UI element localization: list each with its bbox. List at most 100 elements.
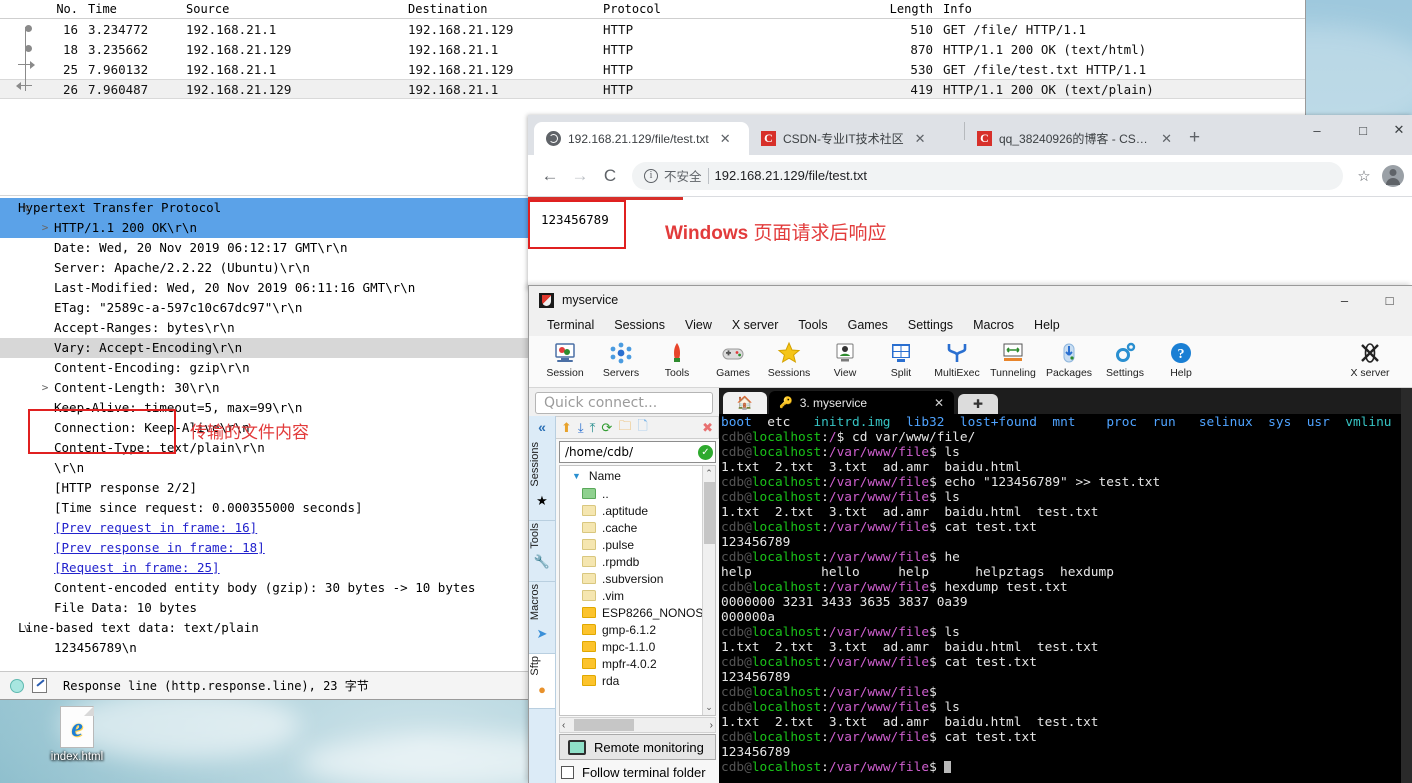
list-item[interactable]: .rpmdb <box>560 553 715 570</box>
toolbar-view-button[interactable]: View <box>817 339 873 379</box>
scroll-up-icon[interactable]: ⌃ <box>705 466 713 479</box>
list-item[interactable]: .. <box>560 485 715 502</box>
sftp-column-header[interactable]: ▼ Name <box>560 466 715 485</box>
terminal-panel[interactable]: 🏠 🔑 3. myservice ✕ ✚ boot etc initrd.img… <box>719 388 1412 783</box>
desktop-icon-index-html[interactable]: e index.html <box>22 706 132 763</box>
forward-button[interactable]: → <box>566 166 594 186</box>
toolbar-x-server-button[interactable]: X server <box>1342 339 1398 379</box>
toolbar-servers-button[interactable]: Servers <box>593 339 649 379</box>
close-icon[interactable]: ✕ <box>720 131 731 147</box>
follow-terminal-folder-row[interactable]: Follow terminal folder <box>559 760 716 780</box>
check-icon[interactable]: ✓ <box>698 444 713 460</box>
list-item[interactable]: .cache <box>560 519 715 536</box>
packet-list-pane[interactable]: No. Time Source Destination Protocol Len… <box>0 0 1305 101</box>
terminal-tab-myservice[interactable]: 🔑 3. myservice ✕ <box>769 391 954 414</box>
close-button[interactable]: ✕ <box>1386 122 1412 138</box>
upload-parent-icon[interactable]: ⬆ <box>561 420 572 436</box>
download-icon[interactable]: ⤓ <box>578 420 584 436</box>
list-item[interactable]: mpc-1.1.0 <box>560 638 715 655</box>
menu-x-server[interactable]: X server <box>722 318 789 332</box>
toolbar-settings-button[interactable]: Settings <box>1097 339 1153 379</box>
menu-terminal[interactable]: Terminal <box>537 318 604 332</box>
new-tab-button[interactable]: + <box>1189 127 1200 149</box>
sort-chevron-down-icon[interactable]: ▼ <box>572 471 581 481</box>
mobaxterm-sidebar[interactable]: Quick connect... « Sessions ★ Tools 🔧 Ma… <box>529 388 719 783</box>
sftp-browser-panel[interactable]: ⬆ ⤓ ⤒ ⟳ 🗀 🗋 ✖ /home/cdb/ ✓ ▼ Name .. .ap… <box>556 416 719 783</box>
list-item[interactable]: .pulse <box>560 536 715 553</box>
sftp-path-input[interactable]: /home/cdb/ ✓ <box>559 441 716 463</box>
toolbar-sessions-button[interactable]: Sessions <box>761 339 817 379</box>
menu-settings[interactable]: Settings <box>898 318 963 332</box>
scrollbar-thumb[interactable] <box>703 482 715 544</box>
sidebar-vertical-tabs[interactable]: « Sessions ★ Tools 🔧 Macros ➤ Sftp ● <box>529 416 556 783</box>
toolbar-session-button[interactable]: Session <box>537 339 593 379</box>
maximize-button[interactable]: □ <box>1340 123 1386 138</box>
minimize-button[interactable]: – <box>1294 123 1340 138</box>
checkbox-icon[interactable] <box>561 766 574 779</box>
reload-button[interactable]: C <box>596 166 624 186</box>
list-item[interactable]: .subversion <box>560 570 715 587</box>
table-row-selected[interactable]: 26 7.960487 192.168.21.129 192.168.21.1 … <box>0 79 1305 99</box>
back-button[interactable]: ← <box>536 166 564 186</box>
detail-link[interactable]: [Request in frame: 25] <box>54 560 220 575</box>
new-folder-icon[interactable]: 🗀 <box>618 417 631 439</box>
remote-monitoring-button[interactable]: Remote monitoring <box>559 734 716 760</box>
address-bar[interactable]: i 不安全 192.168.21.129/file/test.txt <box>632 161 1343 190</box>
sftp-horizontal-scrollbar[interactable]: ‹ › <box>559 717 716 733</box>
detail-link[interactable]: [Prev response in frame: 18] <box>54 540 265 555</box>
tab-csdn-blog[interactable]: C qq_38240926的博客 - CSDN ✕ <box>965 122 1180 155</box>
delete-icon[interactable]: ✖ <box>702 420 713 436</box>
mobaxterm-window-controls[interactable]: – □ <box>1322 293 1412 308</box>
mobaxterm-menu-bar[interactable]: Terminal Sessions View X server Tools Ga… <box>529 314 1412 336</box>
mobaxterm-toolbar[interactable]: Session Servers Tools Games Sessions Vie… <box>529 336 1412 388</box>
menu-tools[interactable]: Tools <box>788 318 837 332</box>
toolbar-tunneling-button[interactable]: Tunneling <box>985 339 1041 379</box>
twisty-collapsed-icon[interactable]: > <box>38 218 52 238</box>
scroll-right-icon[interactable]: › <box>710 720 713 731</box>
sidebar-item-macros[interactable]: Macros ➤ <box>529 582 555 655</box>
menu-sessions[interactable]: Sessions <box>604 318 675 332</box>
table-row[interactable]: 16 3.234772 192.168.21.1 192.168.21.129 … <box>0 19 1305 39</box>
column-header-destination[interactable]: Destination <box>402 2 597 16</box>
list-item[interactable]: mpfr-4.0.2 <box>560 655 715 672</box>
info-circle-icon[interactable]: i <box>644 168 658 183</box>
list-item[interactable]: gmp-6.1.2 <box>560 621 715 638</box>
list-item[interactable]: rda <box>560 672 715 689</box>
tab-test-txt[interactable]: 192.168.21.129/file/test.txt ✕ <box>534 122 749 155</box>
mobaxterm-title-bar[interactable]: myservice – □ <box>529 286 1412 314</box>
column-header-length[interactable]: Length <box>861 2 937 16</box>
detail-link[interactable]: [Prev request in frame: 16] <box>54 520 257 535</box>
menu-games[interactable]: Games <box>838 318 898 332</box>
toolbar-games-button[interactable]: Games <box>705 339 761 379</box>
list-item[interactable]: .aptitude <box>560 502 715 519</box>
new-file-icon[interactable]: 🗋 <box>637 417 647 439</box>
sidebar-item-sftp[interactable]: Sftp ● <box>529 654 555 709</box>
scroll-left-icon[interactable]: ‹ <box>562 720 565 731</box>
scroll-down-icon[interactable]: ⌄ <box>705 702 713 715</box>
column-header-info[interactable]: Info <box>937 2 1305 16</box>
chrome-window-controls[interactable]: – □ ✕ <box>1294 115 1412 145</box>
scrollbar-thumb[interactable] <box>574 719 634 731</box>
close-icon[interactable]: ✕ <box>934 396 944 410</box>
new-terminal-tab-button[interactable]: ✚ <box>958 394 998 414</box>
twisty-expanded-icon[interactable]: v <box>20 618 34 638</box>
twisty-expanded-icon[interactable]: v <box>20 198 34 218</box>
sftp-toolbar[interactable]: ⬆ ⤓ ⤒ ⟳ 🗀 🗋 ✖ <box>556 416 719 439</box>
maximize-button[interactable]: □ <box>1367 293 1412 308</box>
chrome-browser-window[interactable]: 192.168.21.129/file/test.txt ✕ C CSDN-专业… <box>528 115 1412 290</box>
sftp-file-list[interactable]: ▼ Name .. .aptitude .cache .pulse .rpmdb… <box>559 465 716 716</box>
minimize-button[interactable]: – <box>1322 293 1367 308</box>
quick-connect-input[interactable]: Quick connect... <box>535 392 713 414</box>
chrome-tab-strip[interactable]: 192.168.21.129/file/test.txt ✕ C CSDN-专业… <box>528 115 1412 155</box>
edit-comment-icon[interactable] <box>32 678 47 693</box>
toolbar-packages-button[interactable]: Packages <box>1041 339 1097 379</box>
column-header-no[interactable]: No. <box>0 2 82 16</box>
table-row[interactable]: 25 7.960132 192.168.21.1 192.168.21.129 … <box>0 59 1305 79</box>
table-row[interactable]: 18 3.235662 192.168.21.129 192.168.21.1 … <box>0 39 1305 59</box>
column-header-protocol[interactable]: Protocol <box>597 2 861 16</box>
sftp-vertical-scrollbar[interactable]: ⌃ ⌄ <box>702 466 715 715</box>
column-header-source[interactable]: Source <box>180 2 402 16</box>
toolbar-split-button[interactable]: Split <box>873 339 929 379</box>
upload-icon[interactable]: ⤒ <box>590 420 596 436</box>
bookmark-star-icon[interactable]: ☆ <box>1351 167 1377 185</box>
